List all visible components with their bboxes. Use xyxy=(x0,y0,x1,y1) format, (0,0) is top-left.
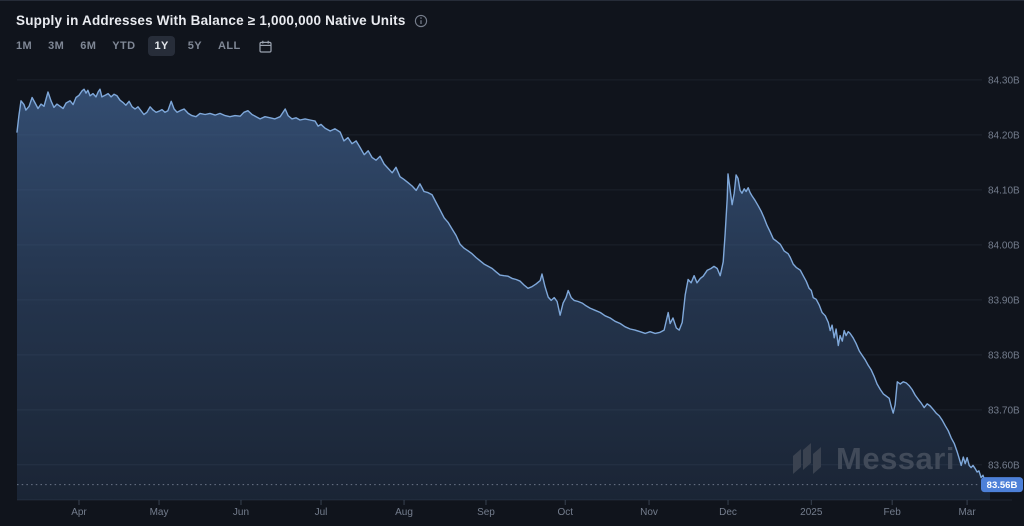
y-axis-label: 83.70B xyxy=(988,405,1020,416)
area-fill xyxy=(17,89,990,500)
messari-watermark: Messari xyxy=(789,441,955,477)
x-axis-label: Feb xyxy=(884,507,902,518)
x-axis-label: Sep xyxy=(477,507,495,518)
messari-logo xyxy=(789,442,825,476)
x-axis-label: Aug xyxy=(395,507,413,518)
x-axis-label: 2025 xyxy=(800,507,823,518)
x-axis-label: Mar xyxy=(958,507,976,518)
x-axis-label: Nov xyxy=(640,507,658,518)
y-axis-label: 84.30B xyxy=(988,75,1020,86)
x-axis-label: Apr xyxy=(71,507,87,518)
y-axis-label: 83.90B xyxy=(988,295,1020,306)
y-axis-label: 84.10B xyxy=(988,185,1020,196)
x-axis-label: Dec xyxy=(719,507,737,518)
y-axis-label: 83.80B xyxy=(988,350,1020,361)
x-axis-label: Jun xyxy=(233,507,249,518)
y-axis-label: 84.20B xyxy=(988,130,1020,141)
x-axis-label: Oct xyxy=(557,507,573,518)
y-axis-label: 84.00B xyxy=(988,240,1020,251)
messari-watermark-text: Messari xyxy=(836,441,955,477)
x-axis-label: May xyxy=(150,507,169,518)
current-value-badge-label: 83.56B xyxy=(987,480,1018,491)
x-axis-label: Jul xyxy=(315,507,328,518)
y-axis-label: 83.60B xyxy=(988,460,1020,471)
